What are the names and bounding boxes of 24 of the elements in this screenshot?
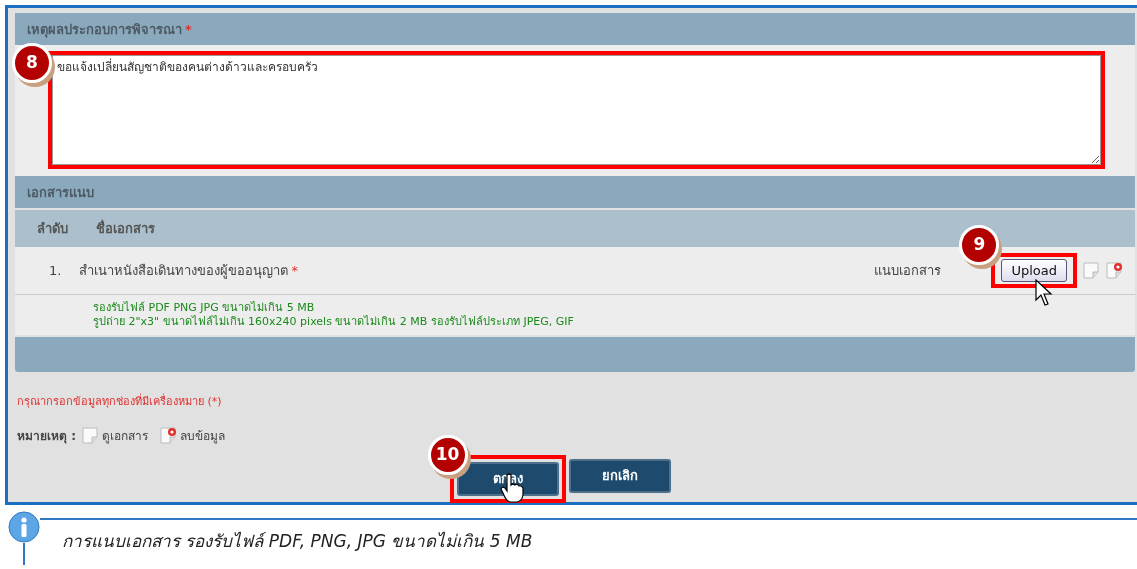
file-note: รูปถ่าย 2"x3" ขนาดไฟล์ไม่เกิน 160x240 pixels ขนาดไม่เกิน 2 MB รองรับไฟล์ประเภท JPEG, GIF: [93, 315, 575, 329]
legend-text: ดูเอกสาร: [102, 427, 148, 445]
required-mark: *: [291, 261, 298, 280]
legend-label: หมายเหตุ :: [17, 427, 76, 445]
required-mark: *: [185, 21, 192, 38]
required-note: กรุณากรอกข้อมูลทุกช่องที่มีเครื่องหมาย (*): [17, 394, 223, 410]
callout-badge: 10: [427, 434, 468, 475]
section-title: เอกสารแนบ: [27, 185, 94, 200]
column-header: ชื่อเอกสาร: [96, 218, 155, 238]
text-area[interactable]: ขอแจ้งเปลี่ยนสัญชาติของคนต่างด้าวและครอบครัว: [52, 55, 1101, 165]
cancel-button[interactable]: ยกเลิก: [568, 458, 671, 493]
callout-badge: 8: [12, 43, 52, 83]
delete-icon[interactable]: [1106, 262, 1123, 279]
cursor-icon: [1035, 278, 1053, 306]
document-name: สำเนาหนังสือเดินทางของผู้ขออนุญาต: [79, 261, 289, 281]
attach-label: แนบเอกสาร: [874, 261, 942, 280]
row-number: 1.: [49, 261, 62, 280]
upload-button[interactable]: Upload: [1001, 258, 1067, 283]
file-note: รองรับไฟล์ PDF PNG JPG ขนาดไม่เกิน 5 MB: [93, 301, 316, 315]
delete-icon[interactable]: [160, 427, 177, 444]
legend-text: ลบข้อมูล: [180, 427, 225, 445]
info-text: การแนบเอกสาร รองรับไฟล์ PDF, PNG, JPG ขนาดไม่เกิน 5 MB: [62, 530, 533, 553]
column-header: ลำดับ: [37, 219, 68, 238]
section-title: เหตุผลประกอบการพิจารณา: [27, 21, 182, 38]
